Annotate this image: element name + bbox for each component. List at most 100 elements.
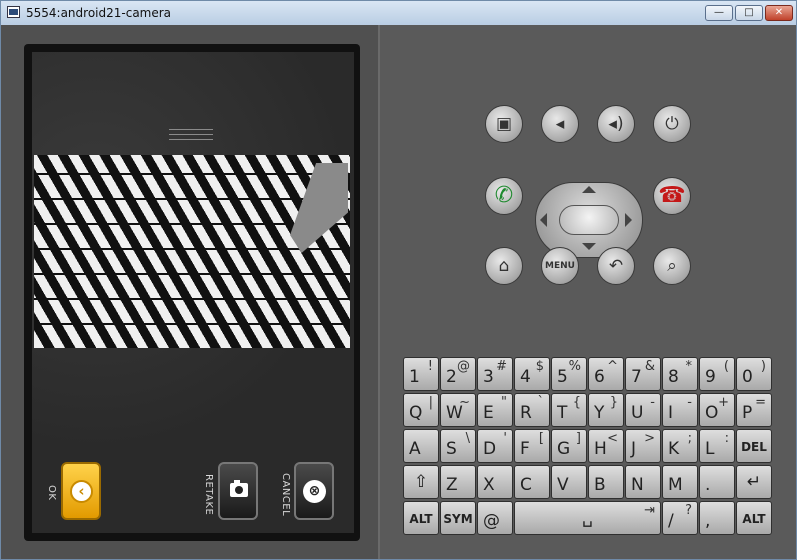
key-main-label: M <box>668 475 683 495</box>
key-main-label: P <box>742 403 753 423</box>
ok-label: OK <box>46 485 57 501</box>
tab-icon: ⇥ <box>644 503 655 518</box>
key-7[interactable]: 7 & <box>625 357 661 391</box>
key-9[interactable]: 9( <box>699 357 735 391</box>
key-n[interactable]: N <box>625 465 661 499</box>
dpad-right-icon[interactable] <box>625 213 632 227</box>
key-x[interactable]: X <box>477 465 513 499</box>
key-main-label: L <box>705 439 715 459</box>
key-h[interactable]: H < <box>588 429 624 463</box>
space-key[interactable]: ␣ ⇥ <box>514 501 661 535</box>
key-alt-label: % <box>568 359 581 374</box>
key-alt-label: ~ <box>459 395 470 410</box>
preview-shadow-shape <box>290 163 348 253</box>
key-main-label: V <box>557 475 569 495</box>
volume-down-icon[interactable]: ◂ <box>541 105 579 143</box>
key-s[interactable]: S \ <box>440 429 476 463</box>
camera-preview-image <box>34 155 350 348</box>
key-i[interactable]: I- <box>662 393 698 427</box>
key-j[interactable]: J > <box>625 429 661 463</box>
dpad-up-icon[interactable] <box>582 186 596 193</box>
key-alt-label: ; <box>687 431 692 446</box>
key-main-label: O <box>705 403 719 423</box>
key-main-label: 9 <box>705 367 716 387</box>
key-main-label: N <box>631 475 644 495</box>
key-a[interactable]: A <box>403 429 439 463</box>
key-w[interactable]: W ~ <box>440 393 476 427</box>
key-6[interactable]: 6 ^ <box>588 357 624 391</box>
key-c[interactable]: C <box>514 465 550 499</box>
key-d[interactable]: D ' <box>477 429 513 463</box>
call-icon[interactable]: ✆ <box>485 177 523 215</box>
key-l[interactable]: L: <box>699 429 735 463</box>
sym-key[interactable]: SYM <box>440 501 476 535</box>
search-icon[interactable]: ⌕ <box>653 247 691 285</box>
device-screen-area: OK ‹ RETAKE CANCEL ⊗ <box>1 25 378 559</box>
maximize-button[interactable]: □ <box>735 5 763 21</box>
key-0[interactable]: 0) <box>736 357 772 391</box>
key-1[interactable]: 1! <box>403 357 439 391</box>
dpad-down-icon[interactable] <box>582 243 596 250</box>
key-3[interactable]: 3 # <box>477 357 513 391</box>
key-o[interactable]: O + <box>699 393 735 427</box>
key-alt-label: - <box>650 395 655 410</box>
window-title: 5554:android21-camera <box>26 6 172 20</box>
key-b[interactable]: B <box>588 465 624 499</box>
key-f[interactable]: F[ <box>514 429 550 463</box>
key-slash[interactable]: /? <box>662 501 698 535</box>
key-v[interactable]: V <box>551 465 587 499</box>
alt-left-key[interactable]: ALT <box>403 501 439 535</box>
alt-right-key[interactable]: ALT <box>736 501 772 535</box>
delete-key[interactable]: DEL <box>736 429 772 463</box>
key-main-label: ↵ <box>746 472 762 492</box>
power-icon[interactable]: ⏻ <box>653 105 691 143</box>
menu-button[interactable]: MENU <box>541 247 579 285</box>
key-e[interactable]: E " <box>477 393 513 427</box>
key-main-label: K <box>668 439 680 459</box>
end-call-icon[interactable]: ☎ <box>653 177 691 215</box>
back-icon[interactable]: ↶ <box>597 247 635 285</box>
shift-key-icon[interactable]: ⇧ <box>403 465 439 499</box>
key-main-label: U <box>631 403 644 423</box>
key-2[interactable]: 2 @ <box>440 357 476 391</box>
key-5[interactable]: 5% <box>551 357 587 391</box>
key-t[interactable]: T{ <box>551 393 587 427</box>
dpad-left-icon[interactable] <box>540 213 547 227</box>
key-main-label: 8 <box>668 367 679 387</box>
key-alt-label: ] <box>575 431 581 446</box>
key-g[interactable]: G] <box>551 429 587 463</box>
key-8[interactable]: 8 * <box>662 357 698 391</box>
key-alt-label: @ <box>457 359 470 374</box>
close-button[interactable]: ✕ <box>765 5 793 21</box>
minimize-button[interactable]: — <box>705 5 733 21</box>
retake-button[interactable] <box>218 462 258 520</box>
key-main-label: E <box>483 403 494 423</box>
enter-key-icon[interactable]: ↵ <box>736 465 772 499</box>
home-icon[interactable]: ⌂ <box>485 247 523 285</box>
key-u[interactable]: U- <box>625 393 661 427</box>
key-q[interactable]: Q | <box>403 393 439 427</box>
emulator-window: 5554:android21-camera — □ ✕ OK ‹ RETAKE … <box>0 0 797 560</box>
key-alt-label: = <box>755 395 766 410</box>
cancel-button[interactable]: ⊗ <box>294 462 334 520</box>
dpad[interactable] <box>535 182 643 258</box>
key-alt-label: $ <box>535 359 544 374</box>
key-comma[interactable]: , <box>699 501 735 535</box>
key-period[interactable]: . <box>699 465 735 499</box>
key-p[interactable]: P = <box>736 393 772 427</box>
key-k[interactable]: K; <box>662 429 698 463</box>
key-r[interactable]: R ` <box>514 393 550 427</box>
camera-button-icon[interactable]: ▣ <box>485 105 523 143</box>
key-m[interactable]: M <box>662 465 698 499</box>
title-bar[interactable]: 5554:android21-camera — □ ✕ <box>1 1 796 25</box>
cancel-x-icon: ⊗ <box>303 480 326 503</box>
ok-button[interactable]: ‹ <box>61 462 101 520</box>
volume-up-icon[interactable]: ◂) <box>597 105 635 143</box>
key-at[interactable]: @ <box>477 501 513 535</box>
key-main-label: . <box>705 475 711 495</box>
key-y[interactable]: Y} <box>588 393 624 427</box>
key-z[interactable]: Z <box>440 465 476 499</box>
key-alt-label: ) <box>760 359 766 374</box>
dpad-center-button[interactable] <box>559 205 619 235</box>
key-4[interactable]: 4 $ <box>514 357 550 391</box>
